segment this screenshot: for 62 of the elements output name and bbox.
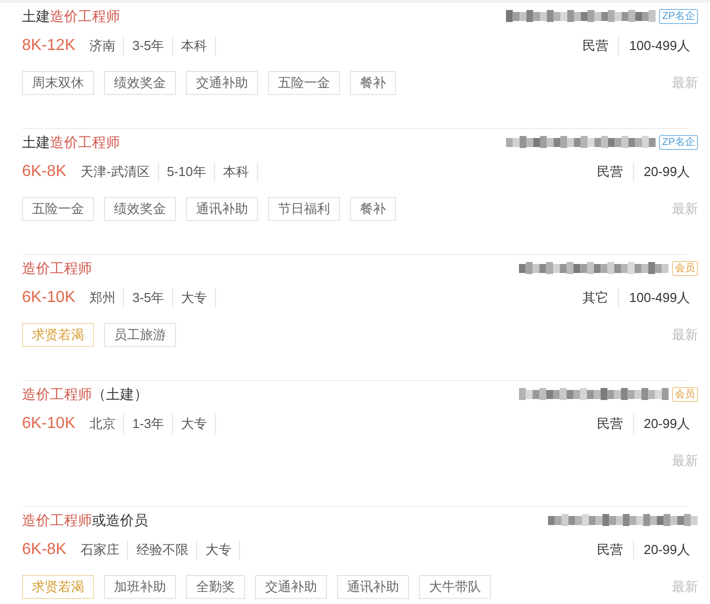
company-info: 20-99人 [642, 541, 691, 560]
benefit-tag: 绩效奖金 [104, 71, 176, 95]
freshness-label: 最新 [672, 578, 698, 596]
salary: 6K-10K [22, 414, 76, 434]
requirement: 北京 [89, 414, 124, 434]
job-title[interactable]: 造价工程师（土建） [22, 384, 148, 404]
company-info: 民营 [586, 414, 634, 434]
freshness-label: 最新 [672, 326, 698, 344]
job-title[interactable]: 造价工程师或造价员 [22, 510, 148, 530]
requirement: 石家庄 [80, 540, 128, 560]
benefit-tag: 周末双休 [22, 71, 94, 95]
company-badge: 会员 [672, 260, 698, 276]
benefit-tag: 大牛带队 [419, 575, 491, 599]
requirement: 本科 [214, 162, 258, 182]
job-title[interactable]: 土建造价工程师 [22, 6, 120, 26]
benefit-tag: 绩效奖金 [104, 197, 176, 221]
requirement: 大专 [173, 288, 216, 308]
benefit-tag: 员工旅游 [104, 323, 176, 347]
benefit-tag: 求贤若渴 [22, 323, 94, 347]
freshness-label: 最新 [672, 452, 698, 470]
benefit-tag: 加班补助 [104, 575, 176, 599]
freshness-label: 最新 [672, 74, 698, 92]
requirement: 1-3年 [124, 414, 174, 434]
salary: 6K-8K [22, 162, 66, 182]
company-info: 民营 [572, 36, 620, 56]
company-badge: ZP名企 [659, 134, 698, 150]
requirement: 天津-武清区 [80, 162, 159, 182]
requirement: 大专 [173, 414, 216, 434]
benefit-tag: 全勤奖 [186, 575, 245, 599]
salary: 6K-10K [22, 288, 76, 308]
benefit-tag: 节日福利 [268, 197, 340, 221]
salary: 6K-8K [22, 540, 66, 560]
job-title[interactable]: 造价工程师 [22, 258, 92, 278]
benefit-tag: 通讯补助 [337, 575, 409, 599]
company-info: 100-499人 [628, 289, 691, 308]
requirement: 5-10年 [158, 162, 215, 182]
requirement: 经验不限 [128, 540, 198, 560]
company-badge: 会员 [672, 386, 698, 402]
benefit-tag: 通讯补助 [186, 197, 258, 221]
company-info: 20-99人 [642, 415, 691, 434]
company-info: 其它 [572, 288, 620, 308]
benefit-tag: 交通补助 [255, 575, 327, 599]
requirement: 本科 [173, 36, 216, 56]
requirement: 大专 [197, 540, 240, 560]
company-info: 民营 [586, 540, 634, 560]
requirement: 3-5年 [124, 288, 174, 308]
requirement: 郑州 [89, 288, 124, 308]
company-info: 100-499人 [628, 37, 691, 56]
company-badge: ZP名企 [659, 8, 698, 24]
benefit-tag: 五险一金 [268, 71, 340, 95]
freshness-label: 最新 [672, 200, 698, 218]
benefit-tag: 餐补 [350, 197, 396, 221]
requirement: 3-5年 [124, 36, 174, 56]
job-title[interactable]: 土建造价工程师 [22, 132, 120, 152]
salary: 8K-12K [22, 36, 76, 56]
benefit-tag: 求贤若渴 [22, 575, 94, 599]
benefit-tag: 餐补 [350, 71, 396, 95]
requirement: 济南 [89, 36, 124, 56]
benefit-tag: 五险一金 [22, 197, 94, 221]
benefit-tag: 交通补助 [186, 71, 258, 95]
company-info: 民营 [586, 162, 634, 182]
company-info: 20-99人 [642, 163, 691, 182]
